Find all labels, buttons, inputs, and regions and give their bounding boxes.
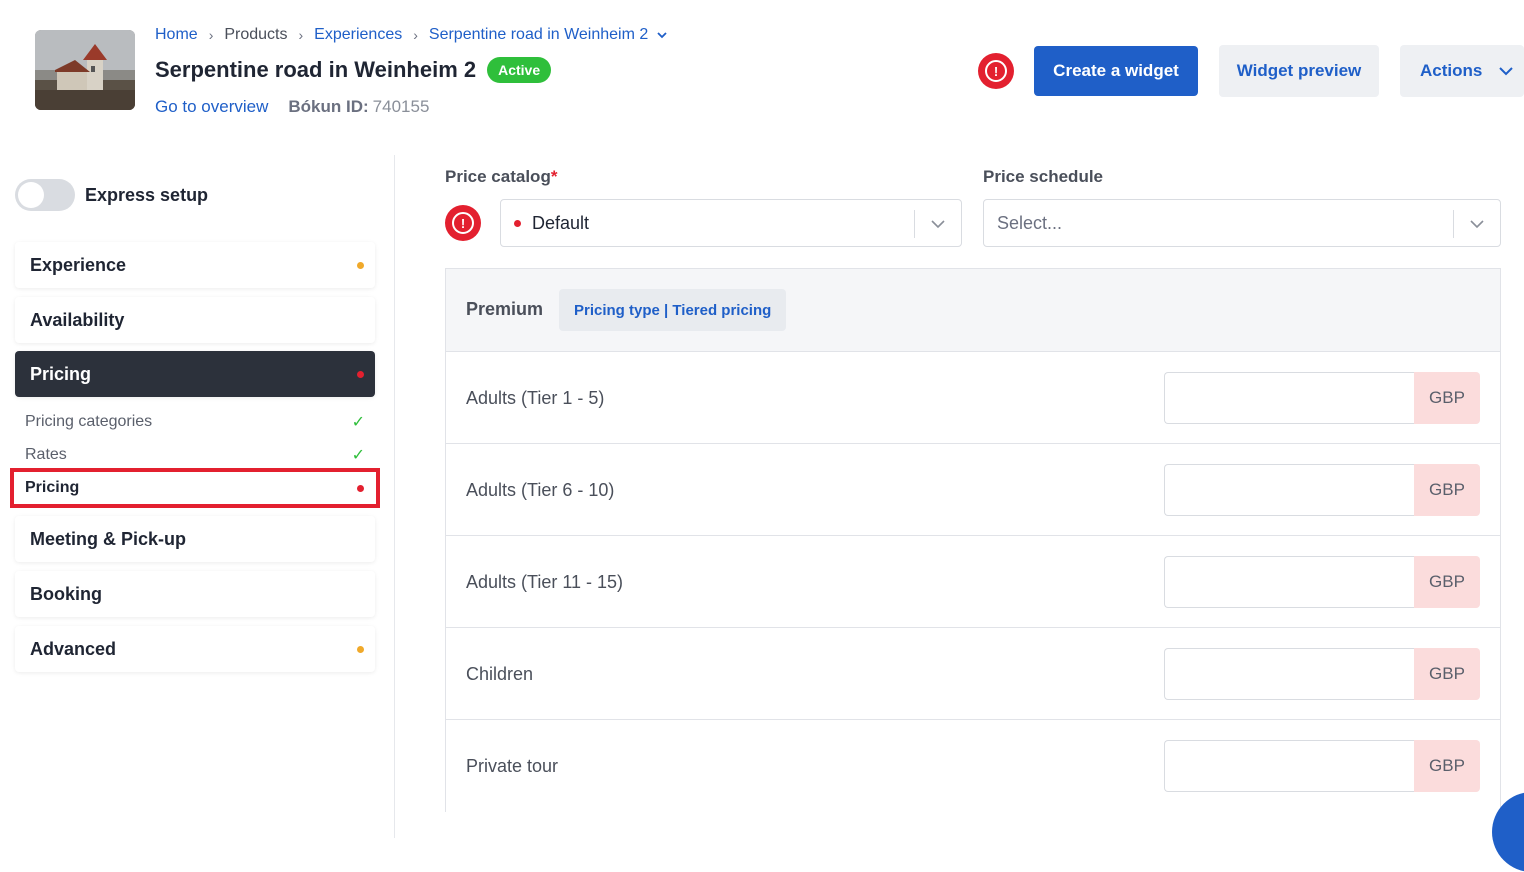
check-icon: ✓ [351, 414, 365, 431]
price-row: Private tour GBP [446, 720, 1500, 812]
price-row-label: Adults (Tier 1 - 5) [466, 388, 605, 408]
express-setup-label: Express setup [85, 184, 209, 205]
actions-button-label: Actions [1420, 61, 1483, 80]
subnav-pricing[interactable]: Pricing [10, 468, 380, 508]
chevron-down-icon [1498, 63, 1514, 79]
price-row-label: Adults (Tier 11 - 15) [466, 572, 624, 592]
price-schedule-placeholder: Select... [997, 212, 1063, 233]
breadcrumb-separator-icon: › [413, 27, 418, 43]
subnav-label: Pricing categories [25, 413, 153, 430]
price-catalog-label-text: Price catalog [445, 167, 551, 186]
pricing-panel-header: Premium Pricing type | Tiered pricing [446, 269, 1500, 352]
warning-dot-icon [357, 261, 364, 269]
bokun-id-label: Bókun ID: [288, 97, 369, 116]
currency-label: GBP [1414, 740, 1480, 792]
page-header: Home › Products › Experiences › Serpenti… [0, 0, 1524, 150]
chevron-down-icon [1469, 216, 1485, 232]
price-row: Adults (Tier 6 - 10) GBP [446, 444, 1500, 536]
breadcrumb-products[interactable]: Products [224, 26, 287, 44]
chevron-down-icon[interactable] [656, 29, 668, 41]
price-row-label: Adults (Tier 6 - 10) [466, 480, 615, 500]
required-mark: * [550, 167, 558, 186]
create-widget-button[interactable]: Create a widget [1034, 46, 1198, 96]
bokun-id-value: 740155 [372, 97, 430, 116]
sidebar-item-availability[interactable]: Availability [15, 297, 375, 343]
price-input[interactable] [1164, 464, 1414, 516]
title-subrow: Go to overview Bókun ID: 740155 [155, 96, 429, 118]
subnav-pricing-categories[interactable]: Pricing categories ✓ [25, 408, 365, 436]
price-input[interactable] [1164, 648, 1414, 700]
sidebar-item-label: Experience [30, 254, 127, 275]
breadcrumb-current[interactable]: Serpentine road in Weinheim 2 [429, 26, 648, 44]
subnav-label: Pricing [25, 479, 80, 496]
sidebar-item-experience[interactable]: Experience [15, 242, 375, 288]
sidebar-item-label: Meeting & Pick-up [30, 528, 187, 549]
sidebar-item-booking[interactable]: Booking [15, 571, 375, 617]
sidebar-item-advanced[interactable]: Advanced [15, 626, 375, 672]
price-schedule-label: Price schedule [983, 167, 1104, 186]
widget-preview-button[interactable]: Widget preview [1219, 45, 1379, 97]
check-icon: ✓ [351, 447, 365, 464]
express-setup-row: Express setup [15, 179, 208, 211]
breadcrumb-separator-icon: › [298, 27, 304, 43]
price-schedule-select[interactable]: Select... [983, 199, 1501, 247]
price-catalog-value: Default [532, 212, 590, 233]
price-input[interactable] [1164, 372, 1414, 424]
express-setup-toggle[interactable] [15, 179, 75, 211]
price-row: Adults (Tier 11 - 15) GBP [446, 536, 1500, 628]
currency-label: GBP [1414, 556, 1480, 608]
sidebar-item-label: Booking [30, 583, 102, 604]
alert-icon[interactable]: ! [978, 53, 1014, 89]
go-to-overview-link[interactable]: Go to overview [155, 97, 268, 117]
sidebar-item-pricing[interactable]: Pricing [15, 351, 375, 397]
subnav-rates[interactable]: Rates ✓ [25, 441, 365, 469]
page-title: Serpentine road in Weinheim 2 [155, 57, 477, 82]
status-badge: Active [487, 57, 552, 83]
error-dot-icon [357, 484, 364, 492]
price-row-label: Children [466, 664, 534, 684]
price-row: Children GBP [446, 628, 1500, 720]
price-catalog-select[interactable]: Default [500, 199, 962, 247]
currency-label: GBP [1414, 648, 1480, 700]
sidebar-item-meeting-pickup[interactable]: Meeting & Pick-up [15, 516, 375, 562]
alert-icon[interactable]: ! [445, 205, 481, 241]
pricing-panel: Premium Pricing type | Tiered pricing Ad… [445, 268, 1501, 812]
subnav-label: Rates [25, 446, 67, 463]
sidebar: Express setup Experience Availability Pr… [0, 155, 395, 838]
price-input[interactable] [1164, 740, 1414, 792]
breadcrumb-experiences[interactable]: Experiences [314, 26, 402, 44]
currency-label: GBP [1414, 372, 1480, 424]
product-thumbnail [35, 30, 135, 110]
pricing-type-pill[interactable]: Pricing type | Tiered pricing [559, 289, 787, 331]
breadcrumb-separator-icon: › [208, 27, 214, 43]
actions-button[interactable]: Actions [1400, 45, 1524, 97]
currency-label: GBP [1414, 464, 1480, 516]
price-input[interactable] [1164, 556, 1414, 608]
warning-dot-icon [357, 645, 364, 653]
breadcrumb-home[interactable]: Home [155, 26, 198, 44]
price-catalog-label: Price catalog* [445, 167, 557, 187]
sidebar-item-label: Availability [30, 309, 125, 330]
price-row-label: Private tour [466, 756, 559, 776]
breadcrumb: Home › Products › Experiences › Serpenti… [155, 25, 668, 45]
sidebar-item-label: Pricing [30, 363, 92, 384]
title-row: Serpentine road in Weinheim 2 Active [155, 55, 552, 85]
price-row: Adults (Tier 1 - 5) GBP [446, 352, 1500, 444]
error-dot-icon [357, 370, 364, 378]
chevron-down-icon [930, 216, 946, 232]
sidebar-item-label: Advanced [30, 638, 117, 659]
panel-title: Premium [466, 299, 544, 319]
error-dot-icon [514, 219, 521, 227]
